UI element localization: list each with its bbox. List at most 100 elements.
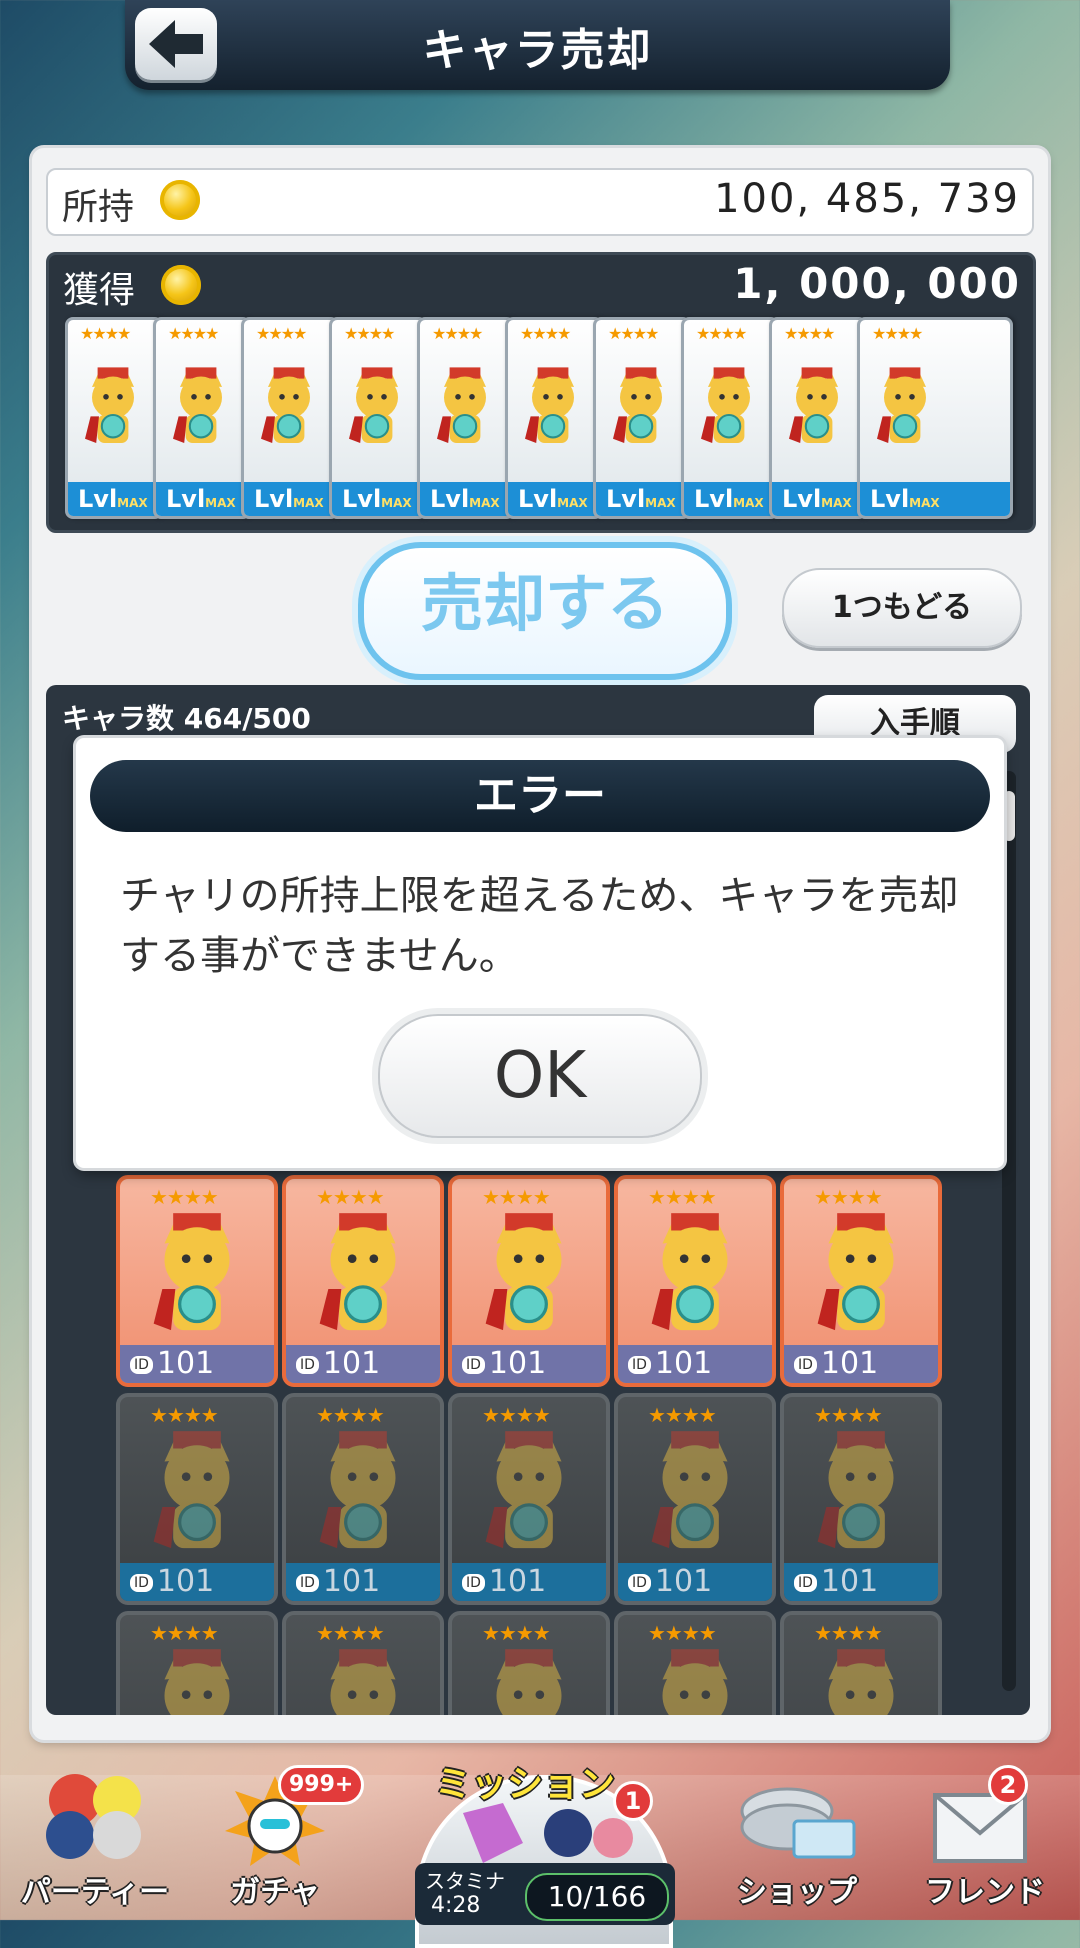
- character-portrait: [806, 1429, 916, 1563]
- nav-mission[interactable]: ミッション 1 スタミナ 4:28 10/166: [395, 1755, 685, 1948]
- character-portrait: [142, 1429, 252, 1563]
- max-label: MAX: [381, 496, 412, 510]
- character-card[interactable]: ★★★★ID101: [780, 1393, 942, 1605]
- max-label: MAX: [821, 496, 852, 510]
- rarity-stars: ★★★★: [608, 324, 659, 343]
- scrollbar[interactable]: [1002, 771, 1016, 1691]
- id-tag: ID: [628, 1573, 651, 1592]
- back-button[interactable]: [135, 8, 217, 80]
- character-card[interactable]: ★★★★ID101: [448, 1611, 610, 1715]
- id-value: 101: [322, 1564, 381, 1599]
- rarity-stars: ★★★★: [316, 1621, 385, 1645]
- selected-card[interactable]: ★★★★ LvlMAX: [153, 317, 251, 519]
- max-label: MAX: [117, 496, 148, 510]
- selected-card[interactable]: ★★★★ LvlMAX: [329, 317, 427, 519]
- rarity-stars: ★★★★: [316, 1403, 385, 1427]
- max-label: MAX: [469, 496, 500, 510]
- character-card[interactable]: ★★★★ID101: [282, 1611, 444, 1715]
- id-tag: ID: [296, 1355, 319, 1374]
- mission-label: ミッション: [435, 1764, 616, 1805]
- stamina-box: スタミナ 4:28 10/166: [415, 1863, 675, 1925]
- rarity-stars: ★★★★: [150, 1403, 219, 1427]
- character-card[interactable]: ★★★★ID101: [116, 1175, 278, 1387]
- character-card[interactable]: ★★★★ID101: [614, 1175, 776, 1387]
- party-icon: [46, 1774, 141, 1859]
- stamina-timer: 4:28: [431, 1893, 481, 1918]
- id-tag: ID: [130, 1355, 153, 1374]
- rarity-stars: ★★★★: [80, 324, 131, 343]
- character-portrait: [806, 1211, 916, 1345]
- rarity-stars: ★★★★: [256, 324, 307, 343]
- character-card[interactable]: ★★★★ID101: [448, 1393, 610, 1605]
- character-card[interactable]: ★★★★ID101: [282, 1175, 444, 1387]
- character-portrait: [308, 1429, 418, 1563]
- nav-party[interactable]: パーティー: [10, 1765, 180, 1915]
- character-portrait: [142, 1211, 252, 1345]
- nav-gacha[interactable]: 999+ ガチャ: [190, 1765, 365, 1915]
- character-portrait: [78, 348, 148, 472]
- character-portrait: [430, 348, 500, 472]
- character-portrait: [640, 1211, 750, 1345]
- id-tag: ID: [462, 1573, 485, 1592]
- id-tag: ID: [462, 1355, 485, 1374]
- shop-icon: [740, 1787, 856, 1859]
- level-label: LvlMAX: [772, 482, 864, 516]
- id-bar: ID 101: [618, 1563, 772, 1601]
- character-portrait: [474, 1429, 584, 1563]
- character-card[interactable]: ★★★★ ID101: [282, 1393, 444, 1605]
- mission-badge: 1: [613, 1781, 653, 1821]
- sell-button[interactable]: 売却する: [358, 542, 732, 680]
- level-label: LvlMAX: [596, 482, 688, 516]
- character-portrait: [166, 348, 236, 472]
- selected-card[interactable]: ★★★★ LvlMAX: [65, 317, 163, 519]
- selected-card[interactable]: ★★★★ LvlMAX: [593, 317, 691, 519]
- character-card[interactable]: ★★★★ID101: [614, 1611, 776, 1715]
- nav-friend[interactable]: 2 フレンド: [900, 1765, 1070, 1915]
- character-portrait: [806, 1647, 916, 1715]
- selected-card[interactable]: ★★★★ LvlMAX: [241, 317, 339, 519]
- stamina-label: スタミナ: [425, 1869, 505, 1893]
- rarity-stars: ★★★★: [150, 1185, 219, 1209]
- character-portrait: [308, 1211, 418, 1345]
- nav-shop[interactable]: ショップ: [712, 1765, 882, 1915]
- id-value: 101: [820, 1346, 879, 1381]
- selected-card[interactable]: ★★★★ LvlMAX: [857, 317, 1013, 519]
- selected-card[interactable]: ★★★★ LvlMAX: [417, 317, 515, 519]
- scroll-thumb[interactable]: [1003, 791, 1015, 841]
- character-card[interactable]: ★★★★ID101: [116, 1611, 278, 1715]
- party-label: パーティー: [20, 1875, 170, 1910]
- character-card[interactable]: ★★★★ID101: [780, 1175, 942, 1387]
- error-dialog: エラー チャリの所持上限を超えるため、キャラを売却する事ができません。 OK: [76, 738, 1004, 1168]
- undo-button[interactable]: 1つもどる: [782, 568, 1022, 648]
- rarity-stars: ★★★★: [696, 324, 747, 343]
- rarity-stars: ★★★★: [814, 1403, 883, 1427]
- selected-card[interactable]: ★★★★ LvlMAX: [769, 317, 867, 519]
- ok-button[interactable]: OK: [378, 1014, 702, 1138]
- level-label: LvlMAX: [420, 482, 512, 516]
- max-label: MAX: [733, 496, 764, 510]
- character-card[interactable]: ★★★★ID101: [448, 1175, 610, 1387]
- dialog-message: チャリの所持上限を超えるため、キャラを売却する事ができません。: [120, 873, 959, 979]
- character-count: キャラ数 464/500: [62, 702, 311, 735]
- id-value: 101: [156, 1564, 215, 1599]
- max-label: MAX: [205, 496, 236, 510]
- gacha-label: ガチャ: [230, 1875, 320, 1910]
- character-portrait: [640, 1429, 750, 1563]
- character-portrait: [308, 1647, 418, 1715]
- max-label: MAX: [557, 496, 588, 510]
- rarity-stars: ★★★★: [168, 324, 219, 343]
- selected-card[interactable]: ★★★★ LvlMAX: [505, 317, 603, 519]
- id-tag: ID: [794, 1573, 817, 1592]
- rarity-stars: ★★★★: [648, 1403, 717, 1427]
- rarity-stars: ★★★★: [784, 324, 835, 343]
- character-card[interactable]: ★★★★ID101: [780, 1611, 942, 1715]
- max-label: MAX: [293, 496, 324, 510]
- friend-label: フレンド: [925, 1875, 1045, 1910]
- character-card[interactable]: ★★★★ ID101: [614, 1393, 776, 1605]
- id-tag: ID: [296, 1573, 319, 1592]
- owned-label: 所持: [62, 187, 135, 228]
- selected-card[interactable]: ★★★★ LvlMAX: [681, 317, 779, 519]
- id-tag: ID: [130, 1573, 153, 1592]
- level-label: LvlMAX: [860, 482, 1010, 516]
- character-card[interactable]: ★★★★ ID101: [116, 1393, 278, 1605]
